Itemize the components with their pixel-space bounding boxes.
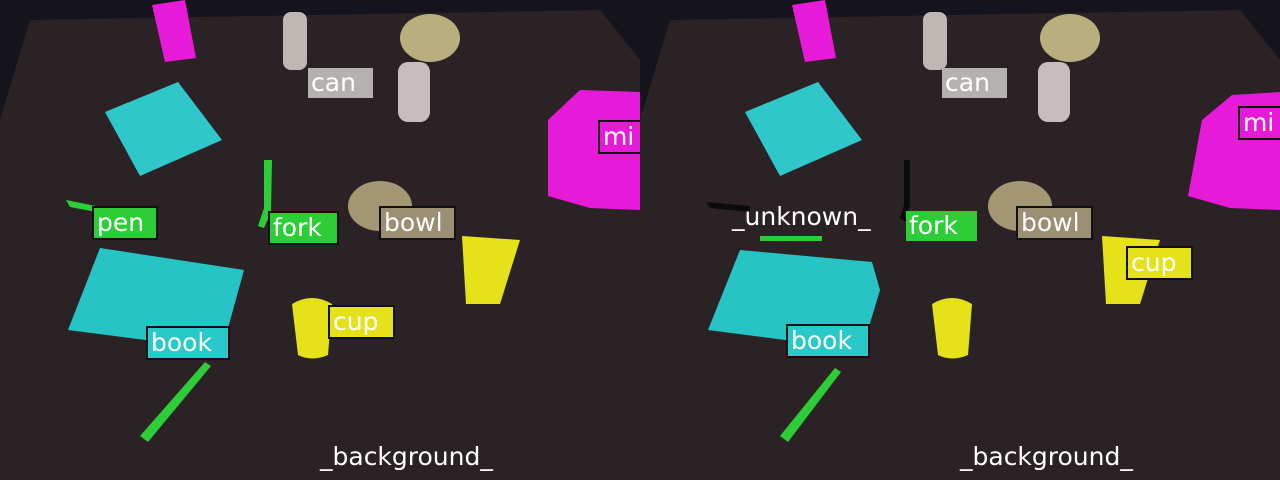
bowl-top-mask <box>1040 14 1100 62</box>
cup-label: cup <box>328 305 395 339</box>
can-top-mask <box>923 12 947 70</box>
milk-label: mi <box>598 120 640 154</box>
book-label: book <box>786 324 870 358</box>
can-label: can <box>308 68 373 98</box>
cup-label: cup <box>1126 246 1193 280</box>
background-label: _background_ <box>960 442 1133 471</box>
pen-label: pen <box>92 206 158 240</box>
unknown-underline <box>760 236 822 241</box>
can-mask <box>398 62 430 122</box>
fork-label: fork <box>268 211 339 245</box>
cup-small-mask <box>292 298 332 359</box>
cup-small-mask <box>932 298 972 359</box>
milk-label: mi <box>1238 106 1280 140</box>
left-segmentation-panel: can mi pen fork bowl cup book _backgroun… <box>0 0 640 480</box>
book-label: book <box>146 326 230 360</box>
bowl-label: bowl <box>379 206 456 240</box>
can-top-mask <box>283 12 307 70</box>
bowl-top-mask <box>400 14 460 62</box>
right-segmentation-panel: can mi _unknown_ fork bowl cup book _bac… <box>640 0 1280 480</box>
fork-label: fork <box>906 211 977 241</box>
background-label: _background_ <box>320 442 493 471</box>
unknown-label: _unknown_ <box>732 202 871 231</box>
can-mask <box>1038 62 1070 122</box>
bowl-label: bowl <box>1016 206 1093 240</box>
can-label: can <box>942 68 1007 98</box>
